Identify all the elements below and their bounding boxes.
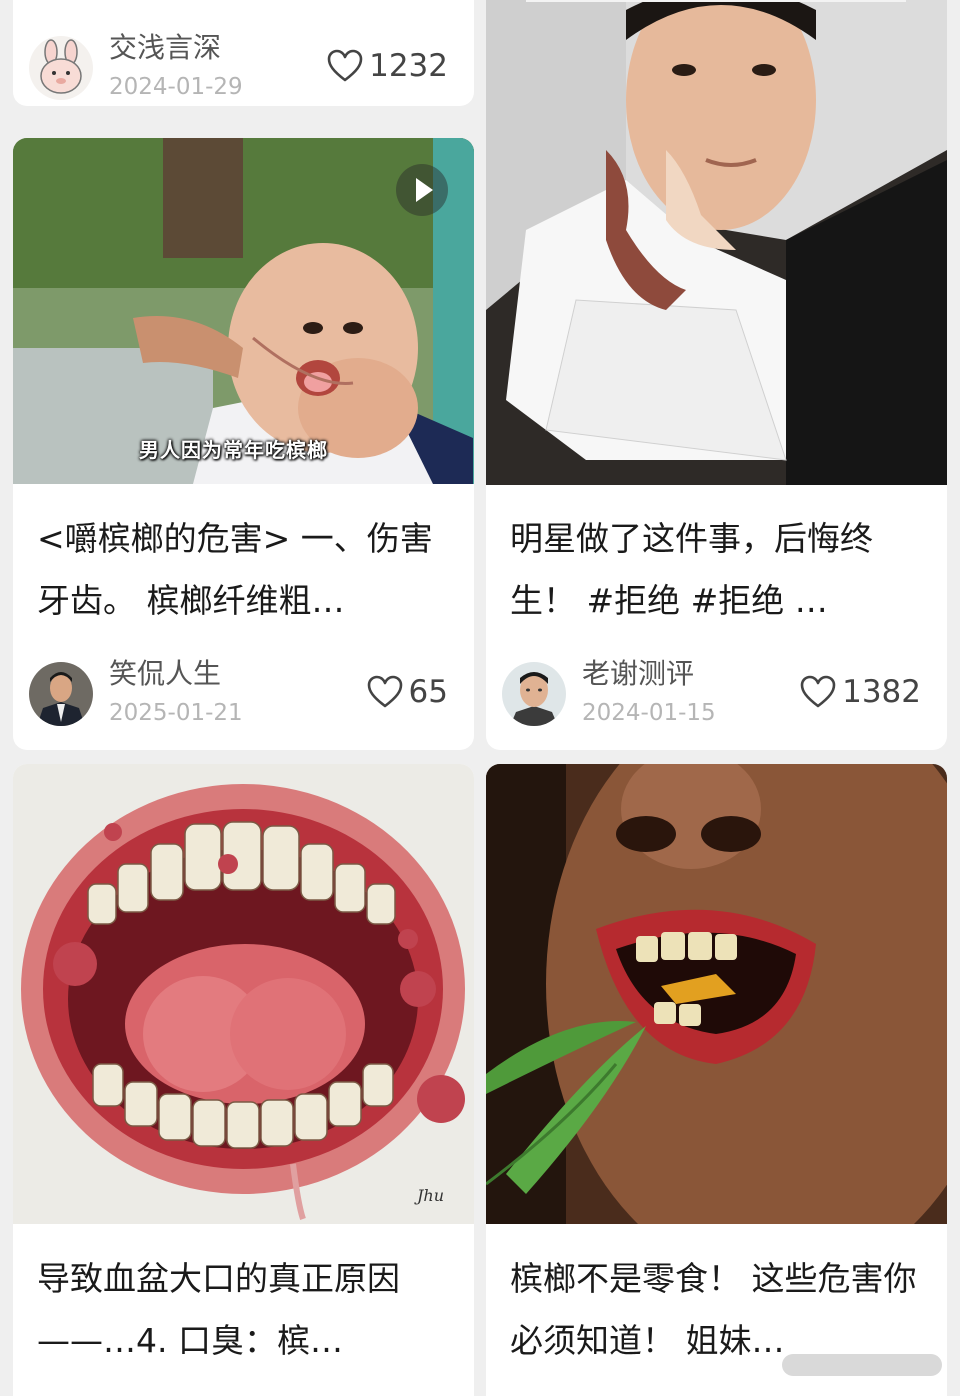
bunny-avatar-icon [29, 36, 93, 100]
post-title[interactable]: 导致血盆大口的真正原因——…4. 口臭：槟… [37, 1248, 454, 1372]
author-name[interactable]: 老谢测评 [582, 656, 694, 692]
author-avatar[interactable] [502, 662, 566, 726]
author-name[interactable]: 交浅言深 [109, 30, 221, 66]
post-card-3[interactable]: 明星做了这件事，后悔终生！ #拒绝 #拒绝 … 老谢测评 2024-01-15 … [486, 0, 947, 750]
like-count: 65 [408, 674, 448, 710]
person-avatar-icon [502, 662, 566, 726]
like-count: 1382 [842, 674, 921, 710]
post-card-5[interactable]: 槟榔不是零食！ 这些危害你必须知道！ 姐妹… [486, 764, 947, 1396]
post-title[interactable]: 明星做了这件事，后悔终生！ #拒绝 #拒绝 … [510, 508, 927, 632]
post-title[interactable]: <嚼槟榔的危害> 一、伤害牙齿。 槟榔纤维粗… [37, 508, 454, 632]
play-icon[interactable] [396, 164, 448, 216]
like-button[interactable]: 1232 [327, 44, 448, 88]
heart-outline-icon [367, 675, 402, 708]
post-card-4[interactable]: Jhu 导致血盆大口的真正原因——…4. 口臭：槟… [13, 764, 474, 1396]
post-date: 2024-01-29 [109, 74, 243, 100]
like-button[interactable]: 1382 [800, 670, 921, 714]
author-avatar[interactable] [29, 662, 93, 726]
thumbnail-caption: 男人因为常年吃槟榔 [139, 438, 328, 462]
post-date: 2024-01-15 [582, 700, 716, 726]
thumbnail-image [486, 764, 947, 1224]
heart-outline-icon [327, 49, 363, 82]
post-meta: 笑侃人生 2025-01-21 65 [29, 656, 448, 736]
post-thumbnail[interactable] [486, 0, 947, 485]
author-name[interactable]: 笑侃人生 [109, 656, 221, 692]
post-date: 2025-01-21 [109, 700, 243, 726]
thumbnail-image [13, 764, 474, 1224]
post-meta: 交浅言深 2024-01-29 1232 [29, 30, 448, 106]
post-card-1[interactable]: 交浅言深 2024-01-29 1232 [13, 0, 474, 106]
post-thumbnail[interactable]: Jhu [13, 764, 474, 1224]
like-button[interactable]: 65 [367, 670, 448, 714]
scroll-thumb[interactable] [782, 1354, 942, 1376]
post-thumbnail[interactable] [486, 764, 947, 1224]
thumbnail-image [486, 0, 947, 485]
post-card-2[interactable]: 男人因为常年吃槟榔 <嚼槟榔的危害> 一、伤害牙齿。 槟榔纤维粗… 笑侃人生 2… [13, 138, 474, 750]
person-avatar-icon [29, 662, 93, 726]
post-meta: 老谢测评 2024-01-15 1382 [502, 656, 921, 736]
post-thumbnail[interactable]: 男人因为常年吃槟榔 [13, 138, 474, 484]
author-avatar[interactable] [29, 36, 93, 100]
heart-outline-icon [800, 675, 836, 708]
artist-signature: Jhu [417, 1186, 445, 1205]
like-count: 1232 [369, 48, 448, 84]
